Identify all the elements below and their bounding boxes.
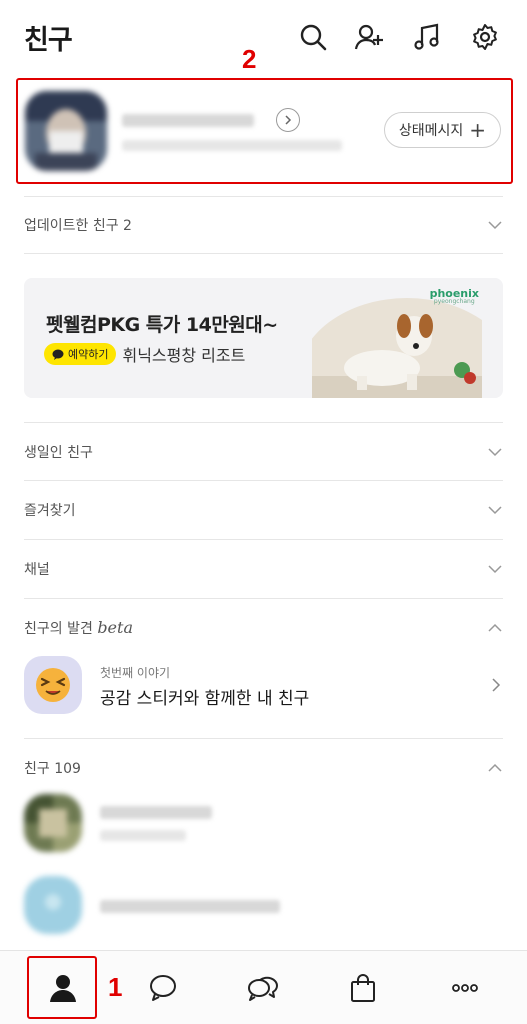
list-item[interactable] bbox=[24, 794, 503, 854]
chat-bubble-icon bbox=[149, 975, 176, 1001]
more-tab[interactable] bbox=[412, 951, 517, 1024]
reserve-label: 예약하기 bbox=[68, 348, 109, 361]
chevron-up-icon bbox=[488, 763, 502, 772]
divider bbox=[24, 253, 503, 254]
add-friend-icon[interactable] bbox=[354, 22, 384, 52]
section-friends[interactable]: 친구 109 bbox=[24, 748, 503, 788]
open-chat-icon bbox=[247, 976, 278, 1001]
chevron-down-icon bbox=[488, 448, 502, 457]
discover-title: 공감 스티커와 함께한 내 친구 bbox=[100, 689, 310, 709]
section-label: 즐겨찾기 bbox=[24, 503, 76, 519]
divider bbox=[24, 196, 503, 197]
friend-name bbox=[100, 900, 280, 913]
annotation-box-profile bbox=[16, 78, 513, 184]
dog-photo bbox=[312, 298, 482, 398]
page-title: 친구 bbox=[24, 25, 73, 56]
section-label: 업데이트한 친구 2 bbox=[24, 218, 132, 234]
reserve-badge[interactable]: 예약하기 bbox=[44, 343, 117, 365]
section-channels[interactable]: 채널 bbox=[24, 549, 503, 589]
friend-name bbox=[100, 806, 212, 819]
more-icon bbox=[451, 984, 478, 992]
banner-sub: 예약하기 휘닉스평창 리조트 bbox=[44, 342, 245, 366]
chevron-down-icon bbox=[488, 506, 502, 515]
beta-label: beta bbox=[97, 618, 133, 637]
avatar bbox=[24, 876, 82, 934]
openchat-tab[interactable] bbox=[210, 951, 315, 1024]
banner-headline: 펫웰컴PKG 특가 14만원대~ bbox=[46, 314, 278, 336]
section-favorites[interactable]: 즐겨찾기 bbox=[24, 490, 503, 530]
settings-icon[interactable] bbox=[470, 22, 500, 52]
annotation-label-1: 1 bbox=[108, 972, 123, 1002]
shopping-tab[interactable] bbox=[310, 951, 415, 1024]
chevron-right-icon bbox=[492, 678, 501, 692]
chevron-down-icon bbox=[488, 565, 502, 574]
chevron-up-icon bbox=[488, 623, 502, 632]
divider bbox=[24, 422, 503, 423]
music-icon[interactable] bbox=[412, 22, 442, 52]
brand-logo: phoenix pyeongchang bbox=[430, 288, 479, 305]
discover-item[interactable]: 첫번째 이야기 공감 스티커와 함께한 내 친구 bbox=[24, 656, 503, 716]
list-item[interactable] bbox=[24, 876, 503, 936]
divider bbox=[24, 539, 503, 540]
section-label: 채널 bbox=[24, 562, 50, 578]
brand-sub: pyeongchang bbox=[433, 298, 475, 305]
divider bbox=[24, 480, 503, 481]
search-icon[interactable] bbox=[298, 22, 328, 52]
section-discover[interactable]: 친구의 발견 beta bbox=[24, 608, 503, 648]
sticker-emoji-icon bbox=[24, 656, 82, 714]
section-label: 생일인 친구 bbox=[24, 445, 93, 461]
header: 친구 bbox=[0, 0, 527, 75]
shopping-bag-icon bbox=[350, 974, 375, 1002]
avatar bbox=[24, 794, 82, 852]
discover-label: 친구의 발견 bbox=[24, 621, 98, 637]
chats-tab[interactable] bbox=[110, 951, 215, 1024]
promo-banner[interactable]: 펫웰컴PKG 특가 14만원대~ 예약하기 휘닉스평창 리조트 phoenix … bbox=[24, 278, 503, 398]
section-label: 친구의 발견 beta bbox=[24, 618, 133, 638]
annotation-box-friends-tab bbox=[27, 956, 97, 1019]
section-birthday[interactable]: 생일인 친구 bbox=[24, 432, 503, 472]
banner-place: 휘닉스평창 리조트 bbox=[122, 346, 246, 365]
section-updated-friends[interactable]: 업데이트한 친구 2 bbox=[24, 205, 503, 245]
divider bbox=[24, 598, 503, 599]
speech-bubble-icon bbox=[52, 349, 64, 360]
divider bbox=[24, 738, 503, 739]
chevron-down-icon bbox=[488, 221, 502, 230]
friend-status bbox=[100, 830, 186, 841]
discover-small-text: 첫번째 이야기 bbox=[100, 666, 171, 680]
section-label: 친구 109 bbox=[24, 761, 81, 777]
annotation-label-2: 2 bbox=[242, 44, 257, 74]
